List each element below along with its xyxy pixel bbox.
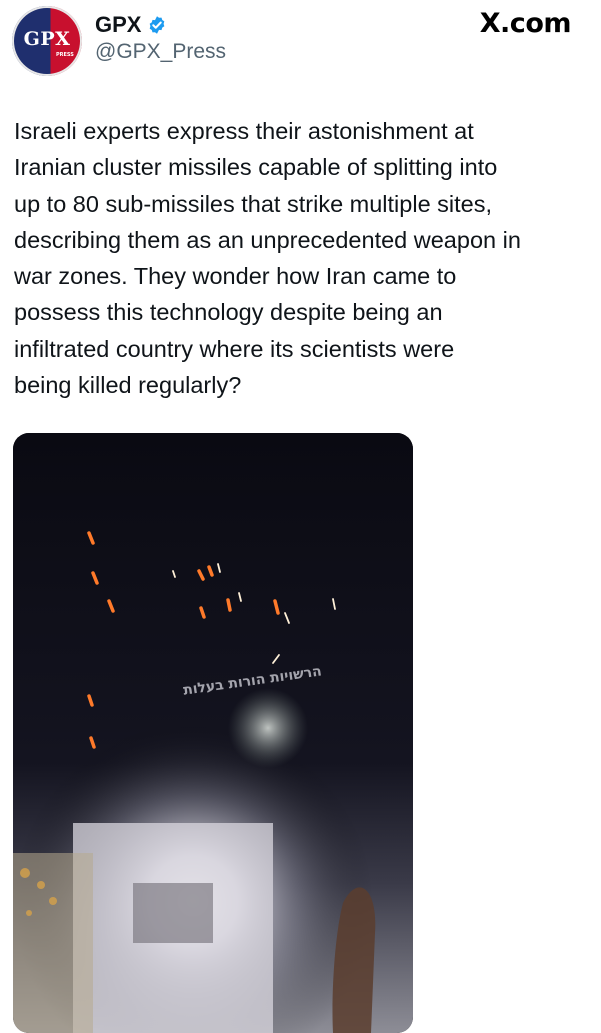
avatar-logo-text: GPX [23,28,71,50]
author-handle[interactable]: @GPX_Press [95,40,226,64]
author-name-row[interactable]: GPX [95,10,167,40]
tweet-video[interactable]: הרשויות הורות בעלות [13,433,413,1033]
avatar-logo-subtext: PRESS [56,52,74,58]
video-frame-image: הרשויות הורות בעלות [13,433,413,1033]
author-display-name[interactable]: GPX [95,12,141,38]
avatar[interactable]: GPX PRESS [12,6,82,76]
tweet-text: Israeli experts express their astonishme… [14,118,521,399]
site-label: X.com [479,8,572,39]
tweet-header: GPX PRESS GPX @GPX_Press X.com [0,0,601,90]
verified-badge-icon [150,16,165,34]
